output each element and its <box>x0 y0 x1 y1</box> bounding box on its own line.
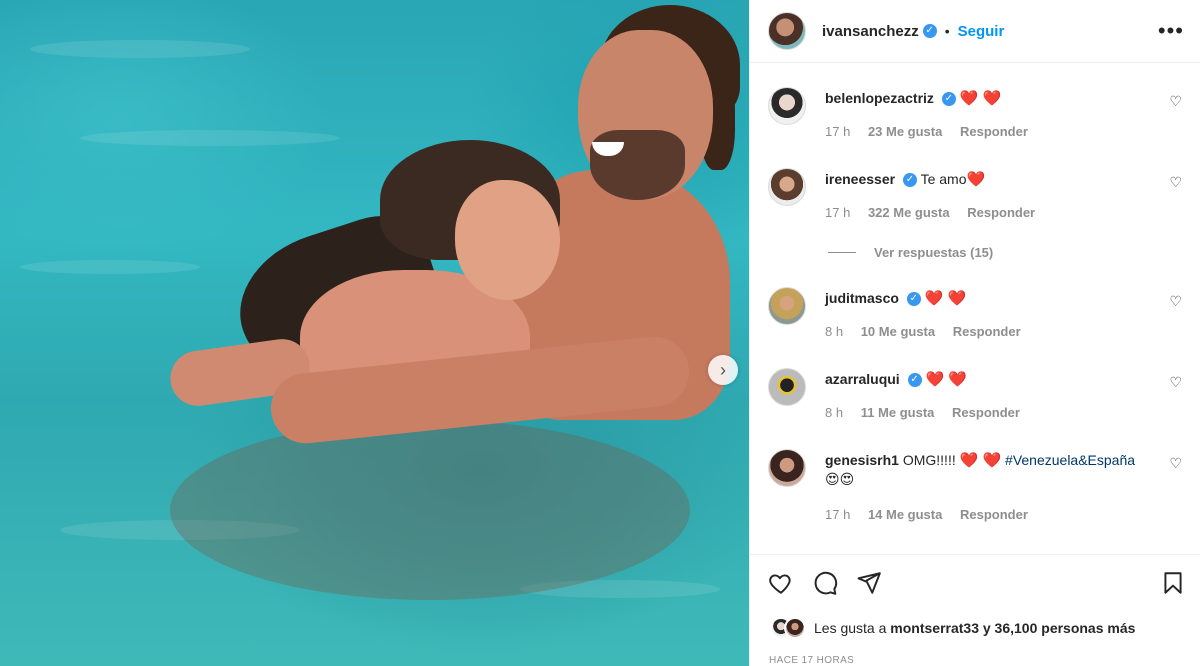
comment-username[interactable]: azarraluqui <box>825 371 900 387</box>
post-header: ivansanchezz ✓ • Seguir ••• <box>750 0 1200 63</box>
comment-emoji: ❤️ ❤️ <box>959 90 1002 107</box>
liker-avatars <box>770 617 806 639</box>
liked-by-count[interactable]: y 36,100 personas más <box>983 620 1136 636</box>
reply-button[interactable]: Responder <box>960 507 1028 522</box>
comment-emoji: ❤️ ❤️ <box>925 371 968 388</box>
water-wave <box>80 130 340 146</box>
comment-likes[interactable]: 10 Me gusta <box>861 324 935 339</box>
comment-emoji-secondary: 😍😍 <box>825 471 855 487</box>
comment-time: 17 h <box>825 507 851 522</box>
comment-emoji: ❤️ ❤️ <box>959 452 1002 469</box>
reply-button[interactable]: Responder <box>960 124 1028 139</box>
comment-time: 8 h <box>825 405 844 420</box>
post-timestamp: HACE 17 HORAS <box>769 655 855 666</box>
reply-button[interactable]: Responder <box>967 205 1035 220</box>
avatar[interactable] <box>768 368 806 406</box>
comments-list: belenlopezactriz ✓ ❤️ ❤️ 17 h 23 Me gust… <box>750 63 1200 554</box>
avatar[interactable] <box>768 87 806 125</box>
liked-by-user[interactable]: montserrat33 <box>890 620 979 636</box>
water-wave <box>20 260 200 274</box>
comment-time: 17 h <box>825 205 851 220</box>
comment-meta: 17 h 14 Me gusta Responder <box>825 507 1042 522</box>
man-beard <box>590 130 685 200</box>
divider-line <box>828 252 856 253</box>
comment-time: 17 h <box>825 124 851 139</box>
comment-likes[interactable]: 14 Me gusta <box>868 507 942 522</box>
avatar[interactable] <box>768 168 806 206</box>
comment-likes[interactable]: 23 Me gusta <box>868 124 942 139</box>
liked-by-summary[interactable]: Les gusta a montserrat33 y 36,100 person… <box>770 617 1135 639</box>
comment-emoji: ❤️ ❤️ <box>924 290 967 307</box>
owner-username[interactable]: ivansanchezz <box>822 23 919 40</box>
comment-username[interactable]: genesisrh1 <box>825 452 899 468</box>
comment-meta: 17 h 322 Me gusta Responder <box>825 205 1049 220</box>
avatar[interactable] <box>768 449 806 487</box>
action-bar <box>768 570 1186 596</box>
comment-meta: 8 h 11 Me gusta Responder <box>825 405 1034 420</box>
comment-username[interactable]: ireneesser <box>825 171 895 187</box>
save-bookmark-icon[interactable] <box>1160 570 1186 596</box>
comment-like-heart-icon[interactable]: ♡ <box>1169 455 1182 472</box>
verified-badge-icon: ✓ <box>941 92 956 107</box>
share-paper-plane-icon[interactable] <box>856 570 882 596</box>
comment-text: OMG!!!!! <box>902 452 956 468</box>
comment-body: azarraluqui ✓ ❤️ ❤️ <box>825 370 1165 389</box>
next-photo-button[interactable]: › <box>708 355 738 385</box>
post-sidebar: ivansanchezz ✓ • Seguir ••• belenlopezac… <box>749 0 1200 666</box>
comment-meta: 8 h 10 Me gusta Responder <box>825 324 1035 339</box>
comment-likes[interactable]: 11 Me gusta <box>861 405 935 420</box>
reply-button[interactable]: Responder <box>953 324 1021 339</box>
view-replies-label: Ver respuestas (15) <box>874 245 994 260</box>
post-photo[interactable]: › <box>0 0 749 666</box>
avatar[interactable] <box>768 12 806 50</box>
reply-button[interactable]: Responder <box>952 405 1020 420</box>
avatar <box>784 617 806 639</box>
comment-body: ireneesser ✓ Te amo❤️ <box>825 170 1165 189</box>
follow-button[interactable]: Seguir <box>958 23 1005 40</box>
view-replies-button[interactable]: Ver respuestas (15) <box>828 245 993 260</box>
comment-like-heart-icon[interactable]: ♡ <box>1169 293 1182 310</box>
more-options-icon[interactable]: ••• <box>1158 20 1184 42</box>
comment-like-heart-icon[interactable]: ♡ <box>1169 174 1182 191</box>
chevron-right-icon: › <box>720 359 726 380</box>
comment-likes[interactable]: 322 Me gusta <box>868 205 950 220</box>
liked-by-prefix: Les gusta a <box>814 620 887 636</box>
separator-dot: • <box>944 23 950 39</box>
comment-emoji: ❤️ <box>966 171 986 188</box>
comment-like-heart-icon[interactable]: ♡ <box>1169 374 1182 391</box>
comment-time: 8 h <box>825 324 844 339</box>
water-wave <box>30 40 250 58</box>
comment-body: genesisrh1 OMG!!!!! ❤️ ❤️ #Venezuela&Esp… <box>825 451 1165 489</box>
comment-hashtag-link[interactable]: #Venezuela&España <box>1005 452 1135 468</box>
comment-bubble-icon[interactable] <box>812 570 838 596</box>
comment-username[interactable]: belenlopezactriz <box>825 90 934 106</box>
comment-like-heart-icon[interactable]: ♡ <box>1169 93 1182 110</box>
submerged-bodies <box>170 420 690 600</box>
comment-body: juditmasco ✓ ❤️ ❤️ <box>825 289 1165 308</box>
comment-username[interactable]: juditmasco <box>825 290 899 306</box>
like-heart-icon[interactable] <box>768 570 794 596</box>
avatar[interactable] <box>768 287 806 325</box>
woman-face <box>455 180 560 300</box>
verified-badge-icon: ✓ <box>922 24 937 38</box>
comment-meta: 17 h 23 Me gusta Responder <box>825 124 1042 139</box>
post-footer: Les gusta a montserrat33 y 36,100 person… <box>750 554 1200 666</box>
verified-badge-icon: ✓ <box>902 173 917 188</box>
comment-text: Te amo <box>920 171 967 187</box>
verified-badge-icon: ✓ <box>907 373 922 388</box>
verified-badge-icon: ✓ <box>906 292 921 307</box>
comment-body: belenlopezactriz ✓ ❤️ ❤️ <box>825 89 1165 108</box>
